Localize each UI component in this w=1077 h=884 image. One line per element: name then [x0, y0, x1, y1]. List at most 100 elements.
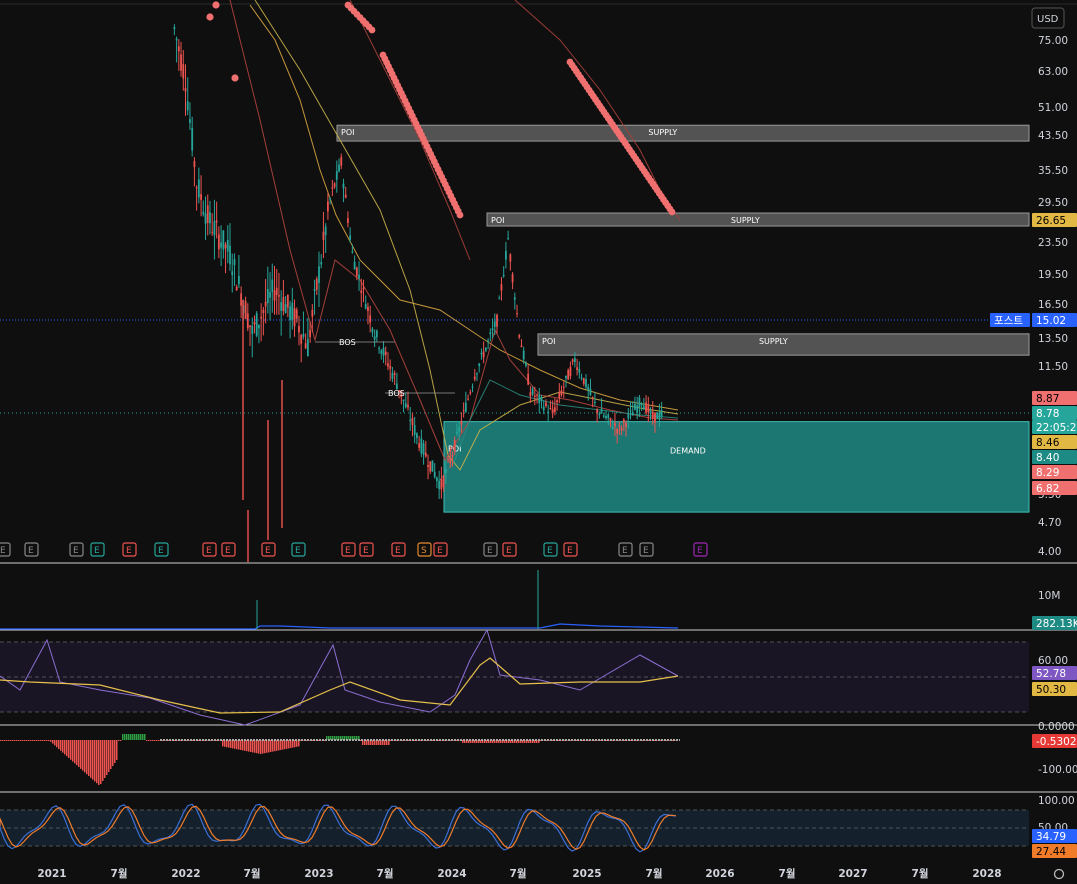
volume-value-tag: 282.13K [1036, 618, 1077, 630]
candle-body [264, 301, 267, 307]
candle-body [282, 297, 285, 312]
candle-body [582, 378, 585, 384]
candle-body [404, 403, 407, 408]
candle-body [551, 409, 554, 414]
candle-body [594, 401, 596, 403]
candle-body [344, 194, 347, 198]
time-tick-label: 7월 [646, 867, 663, 880]
zone-type-label: SUPPLY [648, 128, 677, 137]
macd-histogram-bar [82, 740, 84, 771]
macd-histogram-bar [106, 740, 108, 775]
macd-histogram-bar [86, 740, 88, 775]
candle-body [273, 290, 276, 301]
macd-histogram-bar [232, 740, 234, 749]
candle-body [324, 226, 327, 236]
candle-body [291, 302, 294, 320]
candle-body [300, 335, 303, 344]
candle-body [258, 324, 260, 329]
price-tick-label: 63.00 [1038, 66, 1068, 78]
time-tick-label: 2024 [437, 868, 466, 880]
time-tick-label: 2023 [304, 868, 333, 880]
macd-histogram-bar [288, 740, 290, 749]
macd-histogram-bar [150, 740, 152, 741]
candle-body [329, 198, 332, 200]
candle-body [536, 394, 538, 396]
candle-body [567, 369, 570, 380]
trail-dot [212, 1, 220, 9]
macd-histogram-bar [238, 740, 240, 750]
candle-body [591, 397, 594, 399]
candle-body [573, 358, 576, 363]
open-price-tag: 8.29 [1036, 467, 1059, 479]
macd-histogram-bar [70, 740, 72, 760]
macd-histogram-bar [4, 740, 6, 741]
candle-body [262, 309, 265, 313]
stochastic-pane [0, 803, 1029, 853]
rsi-ma-value-tag: 50.30 [1036, 684, 1066, 696]
macd-histogram-bar [286, 740, 288, 749]
candle-body [556, 400, 558, 403]
earnings-marker-label: E [0, 546, 6, 556]
candle-body [384, 351, 387, 355]
macd-histogram-bar [34, 740, 36, 741]
candle-body [322, 231, 325, 241]
zone-poi-label: POI [491, 216, 504, 225]
macd-histogram-bar [0, 740, 2, 741]
candle-body [369, 315, 372, 323]
macd-histogram-bar [32, 740, 34, 741]
candle-body [320, 262, 323, 265]
candle-body [513, 297, 516, 300]
stock-chart[interactable]: POISUPPLYPOISUPPLYPOISUPPLYPOIDEMAND BOS… [0, 0, 1077, 884]
candle-body [660, 410, 663, 417]
candle-body [298, 325, 300, 333]
candle-body [315, 278, 318, 290]
low-price-tag: 8.40 [1036, 452, 1059, 464]
zone-poi-label: POI [341, 128, 354, 137]
currency-label: USD [1037, 14, 1059, 25]
candle-body [505, 250, 507, 260]
candle-body [611, 426, 614, 429]
candle-body [304, 343, 307, 349]
macd-histogram-bar [138, 734, 140, 740]
candle-body [269, 291, 271, 298]
earnings-marker-label: S [421, 546, 427, 556]
candle-body [347, 218, 349, 223]
candle-body [520, 345, 523, 348]
candle-body [547, 411, 550, 414]
earnings-marker-label: E [643, 546, 649, 556]
candle-body [231, 271, 234, 275]
candle-body [471, 386, 474, 388]
candle-body [204, 213, 207, 224]
candle-body [206, 205, 209, 223]
candle-body [585, 378, 587, 388]
candle-body [309, 329, 311, 338]
candle-body [193, 160, 196, 168]
macd-histogram-bar [96, 740, 98, 784]
candle-body [580, 377, 583, 379]
candle-body [607, 414, 610, 419]
candle-body [175, 38, 178, 41]
candle-body [453, 440, 456, 452]
alert-name-tag: 포스트 [994, 315, 1023, 327]
time-tick-label: 2027 [838, 868, 867, 880]
macd-value-tag: -0.5302 [1036, 736, 1077, 748]
macd-histogram-bar [294, 740, 296, 748]
macd-histogram-bar [254, 740, 256, 753]
rsi-value-tag: 52.78 [1036, 668, 1066, 680]
candle-body [638, 397, 641, 408]
supply-price-tag: 26.65 [1036, 215, 1066, 227]
high-price-tag: 8.87 [1036, 393, 1059, 405]
candle-body [342, 183, 345, 189]
candle-body [180, 54, 182, 71]
macd-histogram-bar [108, 740, 110, 772]
macd-histogram-bar [44, 740, 46, 741]
macd-histogram-bar [60, 740, 62, 751]
candle-body [177, 46, 180, 52]
price-tick-label: 19.50 [1038, 269, 1068, 281]
candle-body [467, 398, 469, 400]
zone-rect [443, 421, 1030, 513]
candle-body [327, 201, 329, 212]
candle-body [587, 386, 590, 390]
macd-histogram-bar [24, 740, 26, 741]
candle-body [609, 417, 612, 421]
